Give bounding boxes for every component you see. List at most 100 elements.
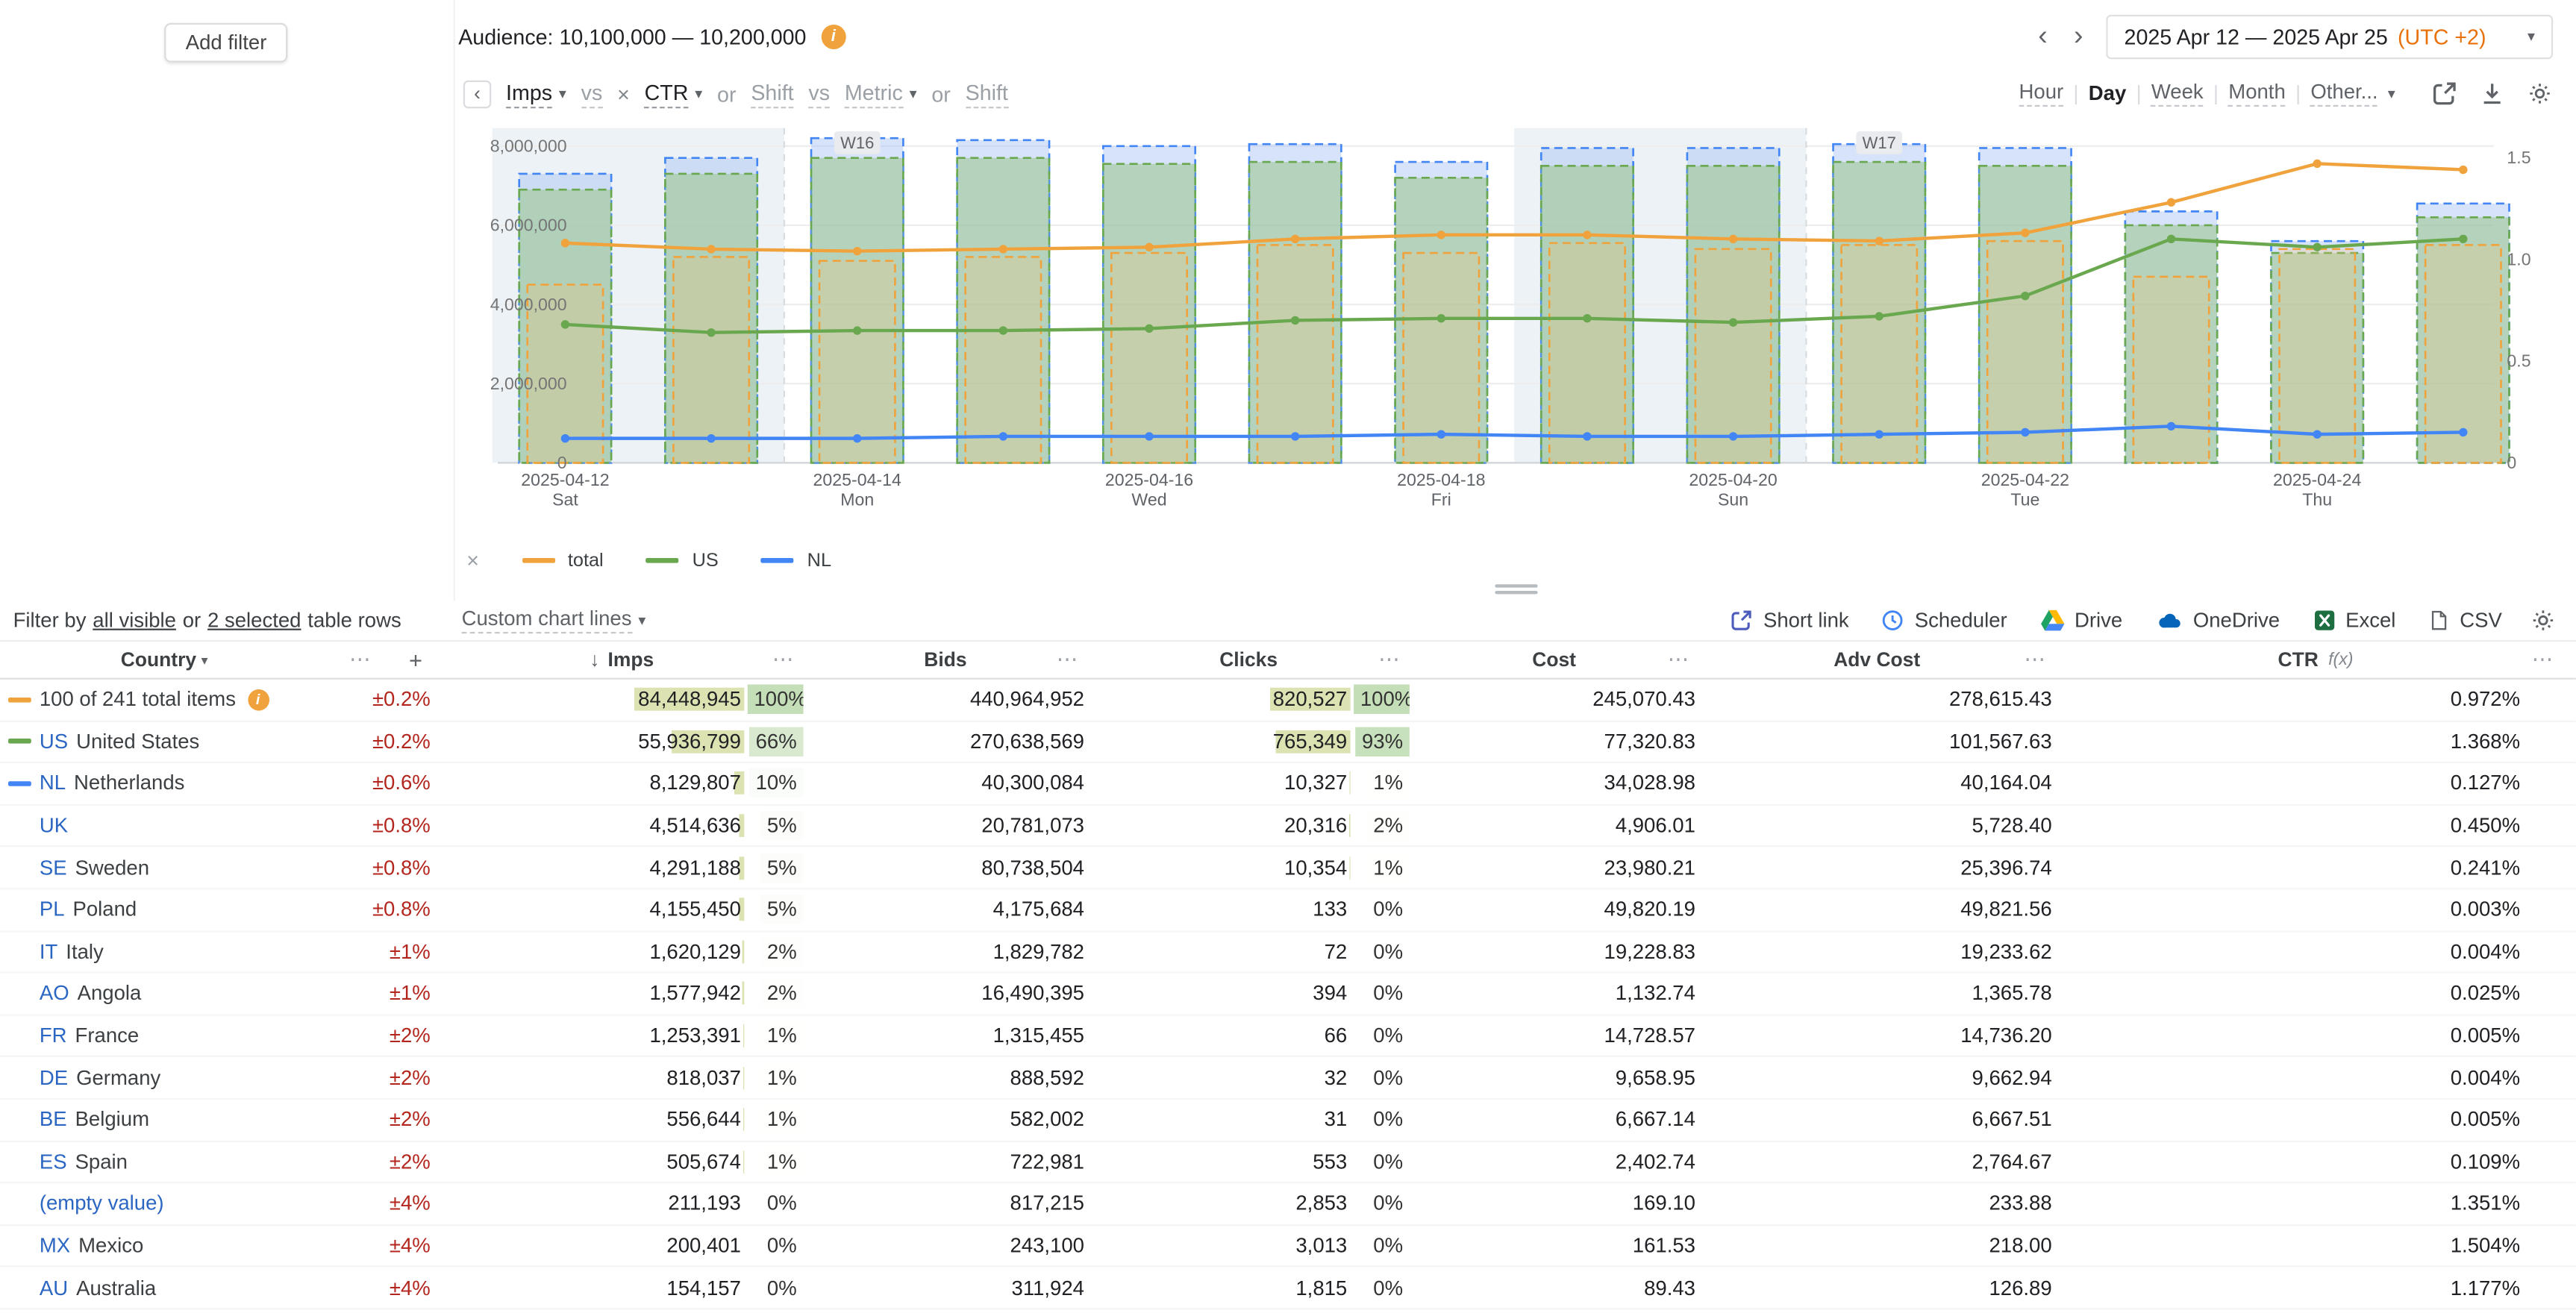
remove-metric-icon[interactable]: × <box>617 81 630 106</box>
open-in-new-icon[interactable] <box>2430 80 2457 107</box>
column-menu-icon[interactable]: ⋯ <box>328 642 391 677</box>
table-row[interactable]: (empty value)±4%211,1930%817,2152,8530%1… <box>0 1183 2576 1225</box>
column-header-bids[interactable]: Bids <box>924 648 966 671</box>
combo-chart-svg[interactable]: 02,000,0004,000,0006,000,0008,000,00000.… <box>455 115 2576 545</box>
clicks-value-text: 66 <box>1321 1024 1350 1047</box>
table-row[interactable]: DEGermany±2%818,0371%888,592320%9,658.95… <box>0 1058 2576 1100</box>
download-icon[interactable] <box>2477 80 2505 107</box>
legend-item[interactable]: US <box>646 551 719 570</box>
country-code[interactable]: US <box>40 730 68 753</box>
primary-metric-dropdown[interactable]: Imps ▾ <box>506 80 566 107</box>
granularity-option-month[interactable]: Month <box>2228 81 2286 107</box>
table-row[interactable]: ITItaly±1%1,620,1292%1,829,782720%19,228… <box>0 932 2576 974</box>
column-header-adv-cost[interactable]: Adv Cost <box>1833 648 1920 671</box>
country-code[interactable]: MX <box>40 1234 70 1257</box>
prev-period-button[interactable]: ‹ <box>2025 19 2061 52</box>
collapse-chart-button[interactable]: ‹ <box>463 80 491 107</box>
column-header-cost[interactable]: Cost <box>1532 648 1576 671</box>
table-row[interactable]: ESSpain±2%505,6741%722,9815530%2,402.742… <box>0 1141 2576 1183</box>
country-name: 100 of 241 total items <box>40 688 236 711</box>
granularity-option-other[interactable]: Other... <box>2310 81 2378 107</box>
country-name: Italy <box>66 940 103 963</box>
vs-toggle-2[interactable]: vs <box>808 80 830 107</box>
table-row[interactable]: NLNetherlands±0.6%8,129,80710%40,300,084… <box>0 763 2576 805</box>
column-header-imps[interactable]: ↓ Imps <box>590 648 654 671</box>
export-excel-button[interactable]: Excel <box>2313 609 2395 632</box>
country-code[interactable]: NL <box>40 772 66 795</box>
column-header-country[interactable]: Country ▾ <box>121 648 208 671</box>
granularity-option-week[interactable]: Week <box>2151 81 2204 107</box>
clicks-share: 0% <box>1354 1105 1410 1135</box>
country-code[interactable]: IT <box>40 940 57 963</box>
country-code[interactable]: DE <box>40 1066 68 1089</box>
table-row[interactable]: UK±0.8%4,514,6365%20,781,07320,3162%4,90… <box>0 806 2576 847</box>
country-code[interactable]: AO <box>40 983 69 1006</box>
svg-text:2025-04-22: 2025-04-22 <box>1981 470 2069 489</box>
table-row[interactable]: PLPoland±0.8%4,155,4505%4,175,6841330%49… <box>0 889 2576 931</box>
legend-line-swatch <box>646 558 679 563</box>
gear-icon[interactable] <box>2525 80 2553 107</box>
metric-placeholder-dropdown[interactable]: Metric ▾ <box>845 80 917 107</box>
info-icon[interactable]: i <box>247 689 269 711</box>
custom-chart-lines-dropdown[interactable]: Custom chart lines ▾ <box>462 607 646 633</box>
next-period-button[interactable]: › <box>2060 19 2096 52</box>
column-header-ctr[interactable]: CTR f(x) <box>2278 648 2354 671</box>
table-row[interactable]: AUAustralia±4%154,1570%311,9241,8150%89.… <box>0 1267 2576 1309</box>
ctr-value: 1.177% <box>2055 1276 2576 1300</box>
column-menu-icon[interactable]: ⋯ <box>2532 647 2554 673</box>
secondary-metric-dropdown[interactable]: CTR ▾ <box>645 80 703 107</box>
country-code[interactable]: BE <box>40 1109 67 1132</box>
add-column-button[interactable]: + <box>391 642 440 677</box>
info-icon[interactable]: i <box>821 24 845 48</box>
country-name: (empty value) <box>40 1192 164 1215</box>
column-header-clicks[interactable]: Clicks <box>1219 648 1278 671</box>
country-code[interactable]: UK <box>40 814 68 837</box>
country-code[interactable]: ES <box>40 1150 67 1173</box>
imps-value-text: 4,155,450 <box>646 898 744 921</box>
export-onedrive-button[interactable]: OneDrive <box>2155 609 2280 632</box>
resize-handle[interactable] <box>1494 583 1536 593</box>
cost-value: 161.53 <box>1410 1234 1698 1257</box>
granularity-option-hour[interactable]: Hour <box>2019 81 2064 107</box>
export-short-link-button[interactable]: Short link <box>1731 609 1849 632</box>
column-menu-icon[interactable]: ⋯ <box>1057 647 1078 673</box>
clicks-share-text: 0% <box>1366 895 1409 925</box>
table-settings-gear-icon[interactable] <box>2528 607 2556 634</box>
granularity-option-day[interactable]: Day <box>2089 81 2126 106</box>
country-code[interactable]: FR <box>40 1024 67 1047</box>
table-row[interactable]: BEBelgium±2%556,6441%582,002310%6,667.14… <box>0 1100 2576 1141</box>
column-menu-icon[interactable]: ⋯ <box>772 647 794 673</box>
table-row[interactable]: AOAngola±1%1,577,9422%16,490,3953940%1,1… <box>0 974 2576 1015</box>
clicks-value-text: 31 <box>1321 1109 1350 1132</box>
chart-metric-bar: ‹ Imps ▾ vs × CTR ▾ or Shift vs Metric ▾ <box>455 72 2576 115</box>
add-filter-button[interactable]: Add filter <box>164 23 288 63</box>
clicks-value-text: 2,853 <box>1292 1192 1351 1215</box>
table-row[interactable]: 100 of 241 total itemsi±0.2%84,448,94510… <box>0 680 2576 721</box>
table-row[interactable]: SESweden±0.8%4,291,1885%80,738,50410,354… <box>0 847 2576 889</box>
filter-all-visible-link[interactable]: all visible <box>93 609 176 632</box>
shift-toggle-2[interactable]: Shift <box>966 80 1008 107</box>
column-menu-icon[interactable]: ⋯ <box>1668 647 1689 673</box>
legend-item[interactable]: total <box>522 551 604 570</box>
table-row[interactable]: FRFrance±2%1,253,3911%1,315,455660%14,72… <box>0 1015 2576 1057</box>
legend-item[interactable]: NL <box>761 551 831 570</box>
cost-value: 2,402.74 <box>1410 1150 1698 1173</box>
country-code[interactable]: AU <box>40 1276 68 1300</box>
table-row[interactable]: MXMexico±4%200,4010%243,1003,0130%161.53… <box>0 1226 2576 1267</box>
secondary-metric-label: CTR <box>645 80 689 107</box>
export-csv-button[interactable]: CSV <box>2428 609 2501 632</box>
export-drive-button[interactable]: Drive <box>2040 609 2122 632</box>
date-range-picker[interactable]: 2025 Apr 12 — 2025 Apr 25 (UTC +2) ▾ <box>2106 14 2553 58</box>
country-code[interactable]: SE <box>40 856 67 880</box>
combo-chart[interactable]: 02,000,0004,000,0006,000,0008,000,00000.… <box>455 115 2576 545</box>
shift-toggle-1[interactable]: Shift <box>751 80 793 107</box>
vs-toggle-1[interactable]: vs <box>581 80 603 107</box>
column-menu-icon[interactable]: ⋯ <box>1378 647 1400 673</box>
column-menu-icon[interactable]: ⋯ <box>2024 647 2045 673</box>
csv-file-icon <box>2428 609 2450 632</box>
export-scheduler-button[interactable]: Scheduler <box>1882 609 2007 632</box>
table-row[interactable]: USUnited States±0.2%55,936,79966%270,638… <box>0 721 2576 763</box>
remove-chart-lines-icon[interactable]: × <box>466 548 479 573</box>
country-code[interactable]: PL <box>40 898 65 921</box>
filter-selected-link[interactable]: 2 selected <box>207 609 301 632</box>
